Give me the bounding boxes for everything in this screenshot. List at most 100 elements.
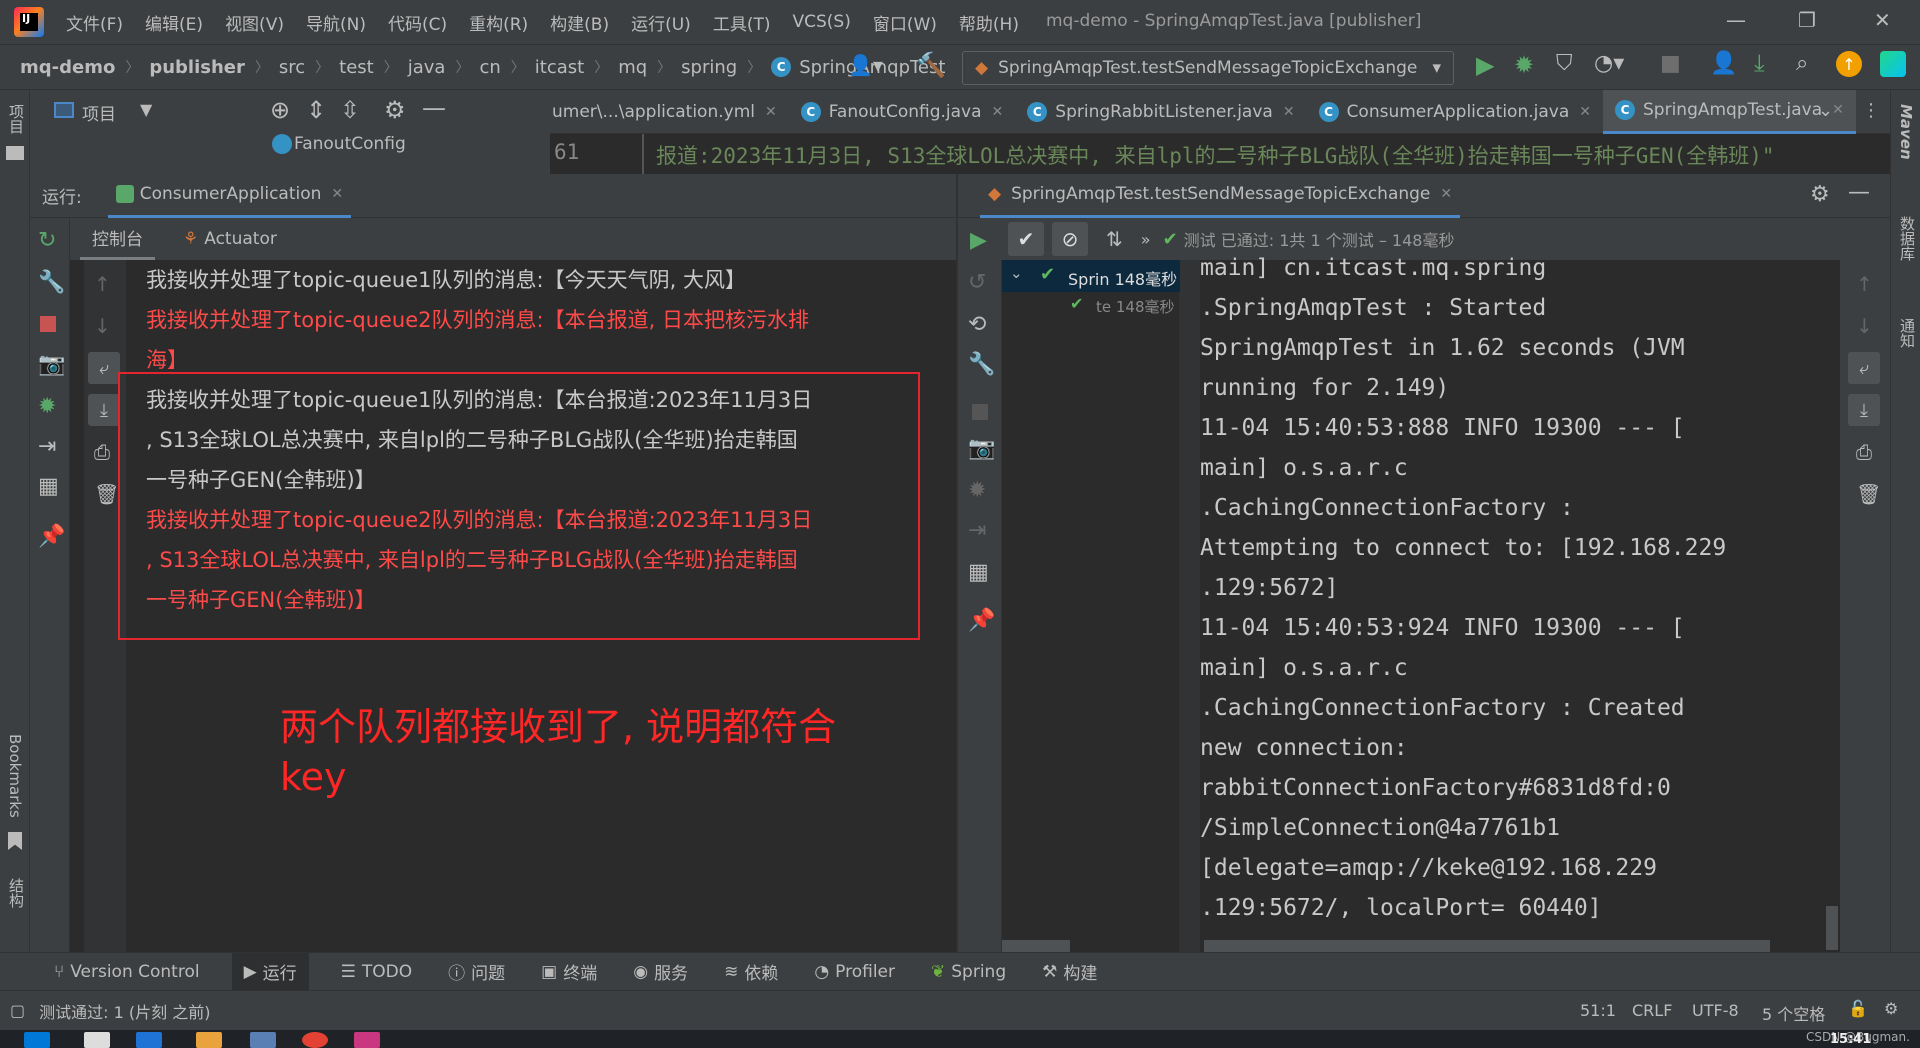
structure-item-fanoutconfig[interactable]: FanoutConfig bbox=[294, 134, 406, 154]
exit-icon[interactable]: ⇥ bbox=[38, 434, 56, 459]
breadcrumb-java[interactable]: java bbox=[408, 57, 446, 78]
layout-icon[interactable]: ▦ bbox=[38, 474, 59, 499]
rerun-failed-icon[interactable]: ↺ bbox=[968, 270, 986, 295]
close-icon[interactable]: ✕ bbox=[1579, 104, 1591, 120]
menu-file[interactable]: 文件(F) bbox=[66, 10, 123, 35]
notifications-strip-button[interactable]: 通知 bbox=[1897, 318, 1918, 348]
breadcrumb-itcast[interactable]: itcast bbox=[535, 57, 584, 78]
run-icon[interactable]: ▶ bbox=[1476, 51, 1494, 79]
coverage-icon[interactable]: ⛉ bbox=[1556, 51, 1573, 76]
upgrade-icon[interactable]: ↑ bbox=[1836, 51, 1862, 77]
close-icon[interactable]: ✕ bbox=[1832, 102, 1844, 118]
wrench-icon[interactable]: 🔧 bbox=[38, 270, 65, 295]
vertical-scrollbar[interactable] bbox=[1826, 906, 1838, 950]
stop-icon[interactable] bbox=[40, 316, 56, 332]
tab-consumerapplication[interactable]: C ConsumerApplication.java ✕ bbox=[1307, 90, 1603, 134]
menu-build[interactable]: 构建(B) bbox=[550, 10, 609, 35]
arrow-up-icon[interactable]: ↑ bbox=[1856, 272, 1873, 296]
menu-run[interactable]: 运行(U) bbox=[631, 10, 691, 35]
hide-panel-icon[interactable]: — bbox=[1848, 180, 1870, 205]
user-dropdown-icon[interactable]: 👤▾ bbox=[848, 53, 883, 77]
chrome-icon[interactable] bbox=[302, 1032, 328, 1048]
app-icon[interactable] bbox=[250, 1032, 276, 1048]
menu-edit[interactable]: 编辑(E) bbox=[145, 10, 203, 35]
minimize-icon[interactable]: — bbox=[1726, 8, 1746, 32]
account-icon[interactable]: 👤 bbox=[1710, 51, 1737, 76]
folder-icon[interactable] bbox=[196, 1032, 222, 1048]
chevron-down-icon[interactable]: ⌄ bbox=[1010, 264, 1023, 282]
intellij-taskbar-icon[interactable] bbox=[354, 1032, 380, 1048]
editor-string-literal[interactable]: 报道:2023年11月3日, S13全球LOL总决赛中, 来自lpl的二号种子B… bbox=[656, 140, 1886, 170]
project-view-dropdown-icon[interactable]: ▼ bbox=[140, 100, 152, 119]
trash-icon[interactable]: 🗑 bbox=[1856, 482, 1881, 506]
tab-terminal[interactable]: ▣ 终端 bbox=[537, 953, 601, 991]
search-icon[interactable]: ⌕ bbox=[1796, 51, 1808, 76]
scroll-to-end-icon[interactable]: ⤓ bbox=[88, 394, 120, 426]
arrow-down-icon[interactable]: ↓ bbox=[94, 314, 111, 338]
windows-start-icon[interactable] bbox=[24, 1032, 50, 1048]
toggle-auto-test-icon[interactable]: ⟲ bbox=[968, 312, 986, 337]
breadcrumb-module[interactable]: publisher bbox=[149, 57, 245, 78]
bookmarks-strip-button[interactable]: Bookmarks bbox=[6, 734, 24, 818]
more-options-icon[interactable]: ⋮ bbox=[1862, 100, 1880, 121]
tab-application-yml[interactable]: umer\...\application.yml ✕ bbox=[550, 90, 789, 134]
camera-icon[interactable]: 📷 bbox=[38, 352, 65, 377]
app-icon[interactable] bbox=[136, 1032, 162, 1048]
test-tree-row[interactable]: ✔ te 148毫秒 bbox=[1002, 292, 1180, 322]
sort-icon[interactable]: ⇅ bbox=[1106, 227, 1123, 251]
rerun-icon[interactable]: ↻ bbox=[38, 228, 56, 253]
menu-refactor[interactable]: 重构(R) bbox=[469, 10, 528, 35]
trash-icon[interactable]: 🗑 bbox=[94, 482, 119, 506]
settings-gear-icon[interactable]: ⚙ bbox=[1810, 182, 1830, 207]
soft-wrap-icon[interactable]: ⤶ bbox=[88, 352, 120, 384]
close-icon[interactable]: ✕ bbox=[1440, 186, 1452, 202]
debug-icon[interactable]: ✹ bbox=[1514, 51, 1534, 79]
hide-panel-icon[interactable]: — bbox=[422, 94, 446, 122]
arrow-down-icon[interactable]: ↓ bbox=[1856, 314, 1873, 338]
structure-strip-button[interactable]: 结构 bbox=[6, 878, 27, 908]
exit-icon[interactable]: ⇥ bbox=[968, 518, 986, 543]
run-config-selector[interactable]: ◆ SpringAmqpTest.testSendMessageTopicExc… bbox=[962, 51, 1454, 85]
cursor-position[interactable]: 51:1 bbox=[1580, 1001, 1616, 1020]
breadcrumb-project[interactable]: mq-demo bbox=[20, 57, 115, 78]
inspection-icon[interactable]: ⚙ bbox=[1884, 999, 1898, 1018]
run-tab-consumerapplication[interactable]: ConsumerApplication ✕ bbox=[107, 174, 352, 218]
scroll-to-end-icon[interactable]: ⤓ bbox=[1848, 394, 1880, 426]
close-icon[interactable]: ✕ bbox=[331, 186, 343, 202]
debug-bug-icon[interactable]: ✹ bbox=[968, 478, 986, 503]
pin-icon[interactable]: 📌 bbox=[38, 524, 65, 549]
tab-springrabbitlistener[interactable]: C SpringRabbitListener.java ✕ bbox=[1015, 90, 1306, 134]
collapse-all-icon[interactable]: ⇳ bbox=[340, 96, 360, 124]
tab-version-control[interactable]: ⑂ Version Control bbox=[50, 953, 204, 991]
menu-view[interactable]: 视图(V) bbox=[225, 10, 284, 35]
tab-fanoutconfig[interactable]: C FanoutConfig.java ✕ bbox=[789, 90, 1016, 134]
clock-time[interactable]: 15:41 bbox=[1830, 1032, 1871, 1047]
breadcrumb-mq[interactable]: mq bbox=[618, 57, 647, 78]
tab-run[interactable]: ▶ 运行 bbox=[231, 952, 309, 991]
menu-window[interactable]: 窗口(W) bbox=[873, 10, 937, 35]
pin-icon[interactable]: 📌 bbox=[968, 608, 995, 633]
menu-navigate[interactable]: 导航(N) bbox=[306, 10, 366, 35]
stop-icon[interactable] bbox=[972, 404, 988, 420]
run-tab-springamqptest[interactable]: ◆ SpringAmqpTest.testSendMessageTopicExc… bbox=[980, 174, 1461, 218]
debug-bug-icon[interactable]: ✹ bbox=[38, 394, 56, 419]
lock-icon[interactable]: 🔓 bbox=[1848, 999, 1868, 1018]
locate-icon[interactable]: ⊕ bbox=[270, 96, 290, 124]
project-view-label[interactable]: 项目 bbox=[82, 100, 116, 125]
tab-services[interactable]: ◉ 服务 bbox=[629, 953, 692, 991]
tab-console[interactable]: 控制台 bbox=[80, 218, 155, 260]
breadcrumb-cn[interactable]: cn bbox=[479, 57, 500, 78]
wrench-icon[interactable]: 🔧 bbox=[968, 352, 995, 377]
show-ignored-icon[interactable]: ⊘ bbox=[1052, 222, 1088, 256]
plugin-icon[interactable] bbox=[1880, 51, 1906, 77]
close-icon[interactable]: ✕ bbox=[765, 104, 777, 120]
tabs-chevron-down-icon[interactable]: ⌄ bbox=[1818, 100, 1833, 121]
close-window-icon[interactable]: ✕ bbox=[1874, 8, 1891, 32]
menu-vcs[interactable]: VCS(S) bbox=[792, 12, 850, 32]
breadcrumb-spring[interactable]: spring bbox=[681, 57, 737, 78]
menu-tools[interactable]: 工具(T) bbox=[713, 10, 771, 35]
menu-help[interactable]: 帮助(H) bbox=[959, 10, 1019, 35]
horizontal-scrollbar[interactable] bbox=[1002, 940, 1070, 952]
camera-icon[interactable]: 📷 bbox=[968, 436, 995, 461]
breadcrumb-test[interactable]: test bbox=[339, 57, 374, 78]
